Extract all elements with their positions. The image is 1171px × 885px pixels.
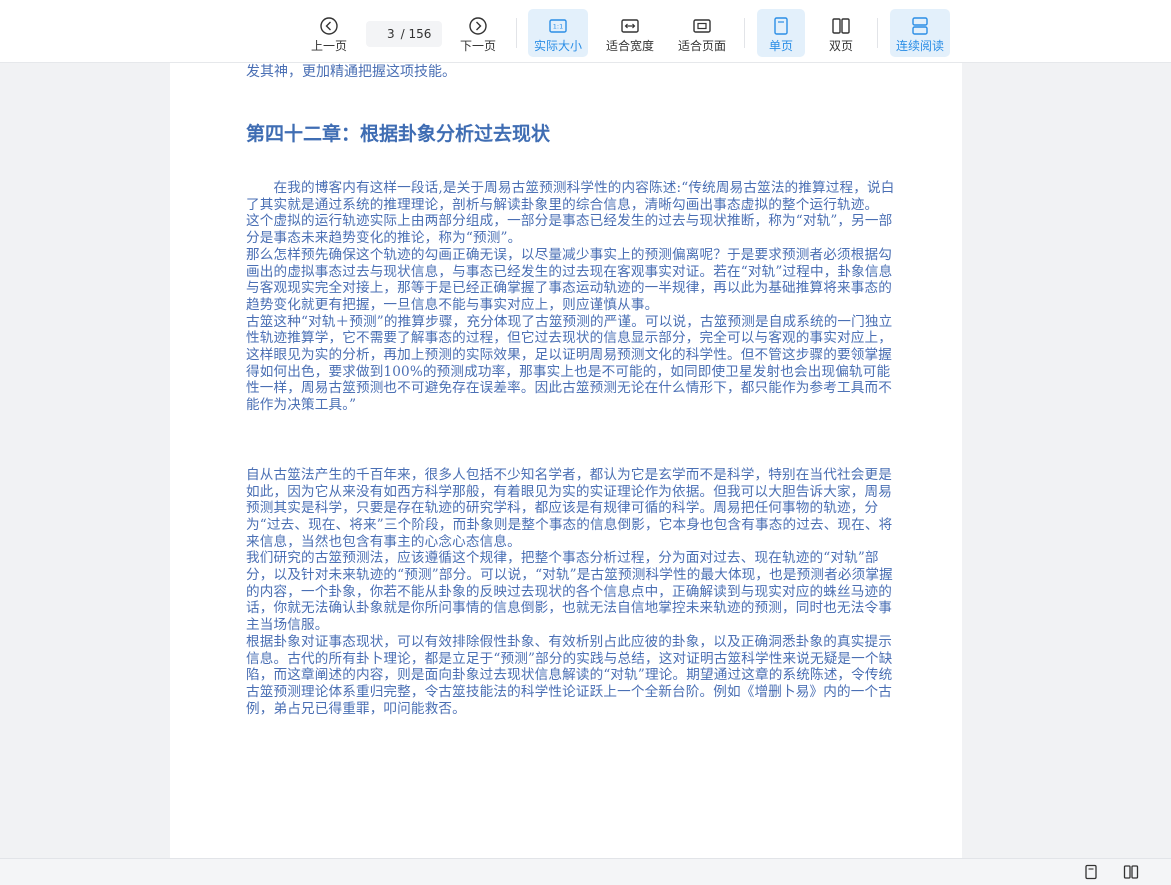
chevron-left-circle-icon: [320, 17, 338, 35]
page-number-box: / 156: [366, 21, 442, 47]
previous-text-tail: 发其神，更加精通把握这项技能。: [246, 64, 456, 80]
actual-size-label: 实际大小: [533, 39, 582, 53]
paragraph: 根据卦象对证事态现状，可以有效排除假性卦象、有效析别占此应彼的卦象，以及正确洞悉…: [246, 633, 893, 717]
document-page: 发其神，更加精通把握这项技能。 第四十二章：根据卦象分析过去现状 在我的博客内有…: [170, 62, 962, 858]
paragraph: 自从古筮法产生的千百年来，很多人包括不少知名学者，都认为它是玄学而不是科学，特别…: [246, 466, 893, 550]
chapter-heading: 第四十二章：根据卦象分析过去现状: [246, 123, 551, 145]
double-page-view-icon[interactable]: [1123, 864, 1139, 880]
total-pages: / 156: [400, 27, 432, 41]
paragraph: 在我的博客内有这样一段话,是关于周易古筮预测科学性的内容陈述:“传统周易古筮法的…: [246, 180, 895, 213]
actual-size-icon: 1:1: [549, 19, 567, 33]
fit-page-button[interactable]: 适合页面: [672, 9, 732, 57]
prev-page-button[interactable]: 上一页: [303, 9, 355, 57]
double-page-icon: [832, 18, 850, 34]
single-page-label: 单页: [768, 39, 793, 53]
paragraph: 我们研究的古筮预测法，应该遵循这个规律，把整个事态分析过程，分为面对过去、现在轨…: [246, 550, 893, 634]
double-page-button[interactable]: 双页: [817, 9, 865, 57]
fit-page-label: 适合页面: [677, 39, 726, 53]
actual-size-button[interactable]: 1:1 实际大小: [528, 9, 588, 57]
prev-page-label: 上一页: [310, 39, 347, 53]
single-page-view-icon[interactable]: [1083, 864, 1099, 880]
fit-page-icon: [693, 19, 711, 33]
toolbar-divider: [877, 18, 878, 48]
paragraph: 这个虚拟的运行轨迹实际上由两部分组成，一部分是事态已经发生的过去与现状推断，称为…: [246, 213, 893, 247]
toolbar-divider: [516, 18, 517, 48]
fit-width-icon: [621, 19, 639, 33]
paragraph: 那么怎样预先确保这个轨迹的勾画正确无误，以尽量减少事实上的预测偏离呢？于是要求预…: [246, 246, 893, 313]
continuous-reading-button[interactable]: 连续阅读: [890, 9, 950, 57]
svg-text:1:1: 1:1: [553, 23, 563, 31]
continuous-reading-label: 连续阅读: [895, 39, 944, 53]
fit-width-button[interactable]: 适合宽度: [600, 9, 660, 57]
page-content: 发其神，更加精通把握这项技能。 第四十二章：根据卦象分析过去现状 在我的博客内有…: [246, 62, 900, 717]
continuous-reading-icon: [912, 17, 928, 35]
status-bar: [0, 858, 1171, 885]
single-page-icon: [774, 17, 788, 35]
single-page-button[interactable]: 单页: [757, 9, 805, 57]
viewer-toolbar: 上一页 / 156 下一页 1:1 实际大小 适合宽度 适合页面 单页 双页 连…: [0, 0, 1171, 63]
page-number-input[interactable]: [376, 27, 395, 41]
toolbar-divider: [744, 18, 745, 48]
next-page-button[interactable]: 下一页: [452, 9, 504, 57]
paragraph: 古筮这种“对轨＋预测”的推算步骤，充分体现了古筮预测的严谨。可以说，古筮预测是自…: [246, 313, 893, 414]
fit-width-label: 适合宽度: [605, 39, 654, 53]
double-page-label: 双页: [828, 39, 853, 53]
next-page-label: 下一页: [459, 39, 496, 53]
chevron-right-circle-icon: [469, 17, 487, 35]
